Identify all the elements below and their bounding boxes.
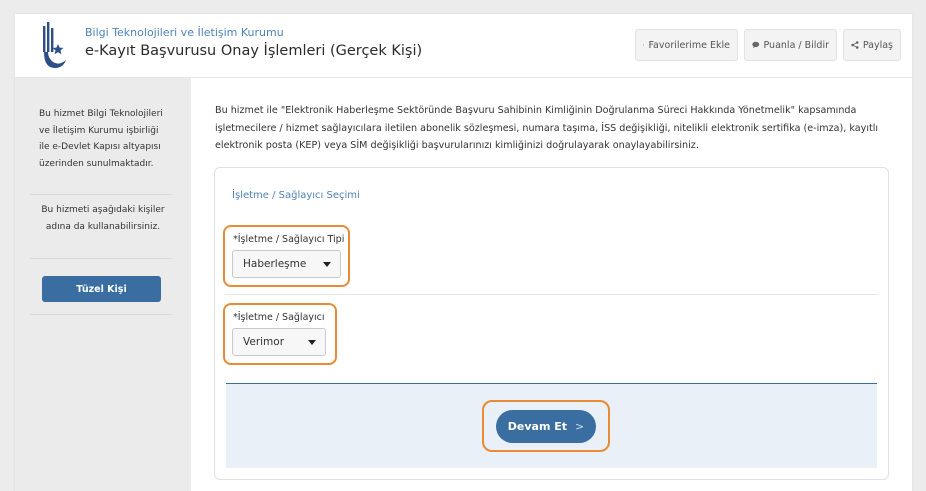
favorite-button-label: Favorilerime Ekle: [648, 39, 730, 51]
share-icon: [851, 41, 859, 49]
sidebar-divider: [30, 258, 172, 259]
provider-type-label: *İşletme / Sağlayıcı Tipi: [233, 234, 345, 245]
provider-type-value: Haberleşme: [243, 258, 307, 270]
chevron-right-icon: >: [575, 420, 585, 433]
continue-button-label: Devam Et: [507, 420, 568, 433]
sidebar: Bu hizmet Bilgi Teknolojileri ve İletişi…: [15, 78, 191, 491]
provider-label: *İşletme / Sağlayıcı: [233, 312, 325, 323]
provider-type-select[interactable]: Haberleşme: [232, 250, 341, 278]
organization-name: Bilgi Teknolojileri ve İletişim Kurumu: [85, 26, 284, 39]
favorite-button[interactable]: Favorilerime Ekle: [635, 29, 738, 61]
page-header: Bilgi Teknolojileri ve İletişim Kurumu e…: [15, 14, 912, 78]
speech-bubble-icon: [752, 41, 760, 49]
continue-button[interactable]: Devam Et >: [496, 410, 596, 443]
service-info-text: Bu hizmet Bilgi Teknolojileri ve İletişi…: [39, 109, 163, 169]
star-icon: [643, 44, 645, 46]
sidebar-divider: [30, 194, 172, 195]
main-card: Bilgi Teknolojileri ve İletişim Kurumu e…: [15, 14, 912, 491]
provider-type-field: *İşletme / Sağlayıcı Tipi Haberleşme: [223, 225, 350, 287]
provider-field: *İşletme / Sağlayıcı Verimor: [223, 303, 337, 365]
rate-report-button[interactable]: Puanla / Bildir: [744, 29, 837, 61]
provider-selection-form: İşletme / Sağlayıcı Seçimi *İşletme / Sa…: [214, 167, 889, 480]
share-button[interactable]: Paylaş: [843, 29, 901, 61]
provider-select[interactable]: Verimor: [232, 328, 326, 356]
section-title: İşletme / Sağlayıcı Seçimi: [232, 190, 360, 201]
chevron-down-icon: [308, 340, 316, 345]
chevron-down-icon: [323, 262, 331, 267]
form-divider: [225, 294, 878, 295]
legal-person-button[interactable]: Tüzel Kişi: [42, 276, 161, 302]
rate-report-button-label: Puanla / Bildir: [763, 39, 830, 51]
provider-value: Verimor: [243, 336, 285, 348]
behalf-info-text: Bu hizmeti aşağıdaki kişiler adına da ku…: [41, 205, 165, 232]
sidebar-divider: [30, 314, 172, 315]
share-button-label: Paylaş: [862, 39, 893, 51]
btk-logo-icon: [43, 22, 66, 68]
intro-text: Bu hizmet ile "Elektronik Haberleşme Sek…: [215, 105, 879, 151]
page-title: e-Kayıt Başvurusu Onay İşlemleri (Gerçek…: [85, 43, 423, 59]
